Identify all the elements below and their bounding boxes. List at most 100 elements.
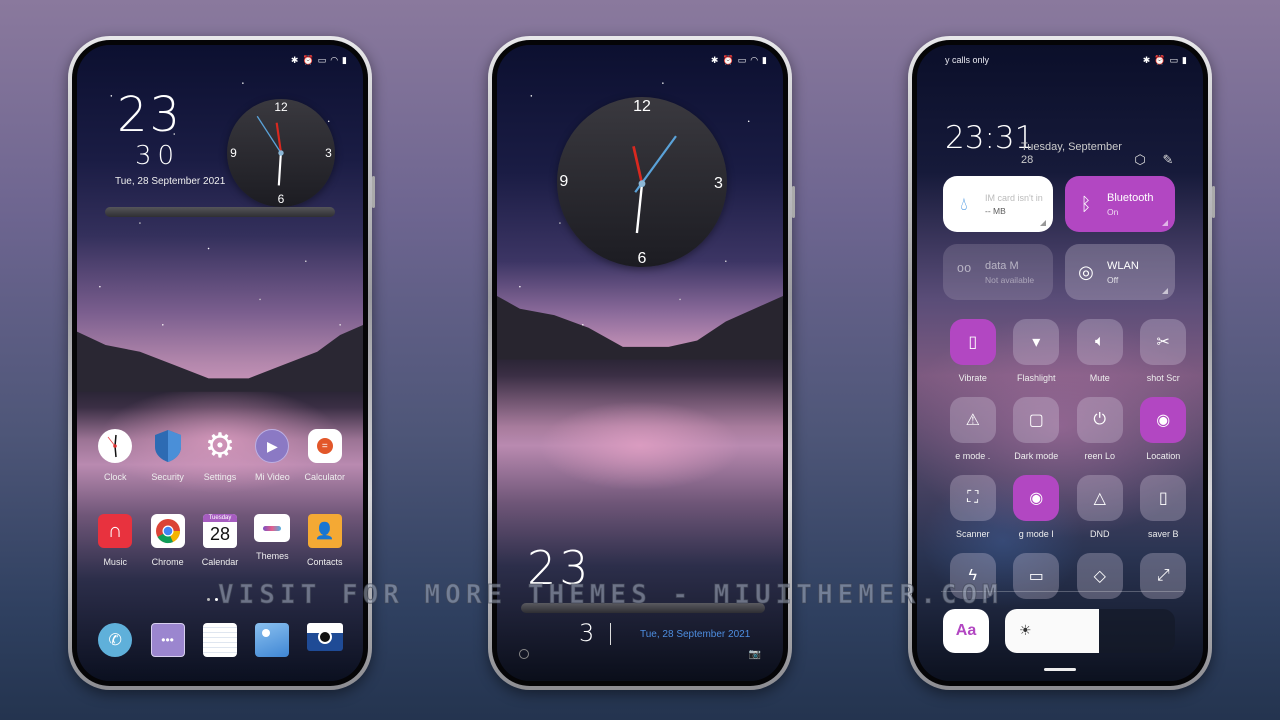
carrier-text: y calls only — [945, 55, 990, 65]
bluetooth-icon: ✱ — [1142, 55, 1151, 65]
font-size-button[interactable]: Aa — [943, 609, 989, 653]
gallery-icon — [255, 623, 290, 657]
quick-toggle-scissors[interactable]: ✂ shot Scr — [1132, 319, 1196, 385]
quick-toggle-label: Flashlight — [1016, 373, 1056, 383]
search-bar[interactable] — [105, 207, 335, 217]
app-music[interactable]: ∩ Music — [89, 514, 141, 567]
digital-clock-minute: 30 — [135, 141, 181, 171]
notes-icon — [202, 623, 237, 657]
vibrate-icon: ▯ — [949, 319, 996, 365]
tile-title: Bluetooth — [1107, 191, 1154, 204]
quick-toggle-dnd[interactable]: △ DND — [1068, 475, 1132, 541]
quick-toggle-label: Scanner — [955, 529, 990, 539]
quick-toggle-label: Location — [1146, 451, 1181, 461]
tile-wlan[interactable]: ◎ WLAN Off — [1065, 244, 1175, 300]
quick-toggle-mute[interactable]: 🔈︎ Mute — [1068, 319, 1132, 385]
assistant-shortcut-icon[interactable] — [519, 649, 529, 659]
bluetooth-icon: ✱ — [290, 55, 299, 65]
brightness-slider[interactable]: ☀ — [1005, 609, 1175, 653]
dock-gallery[interactable] — [246, 623, 298, 657]
lock-date: Tue, 28 September 2021 — [640, 629, 751, 640]
status-bar: ✱ ⏰ ▭ ◠ ▮ — [291, 55, 347, 65]
app-label: Themes — [256, 551, 289, 561]
quick-toggle-label: Vibrate — [958, 373, 987, 383]
volume-button — [1212, 186, 1215, 218]
lock-clock-hour: 23 — [527, 541, 592, 595]
analog-clock-widget[interactable]: 12 3 6 9 — [557, 97, 727, 267]
quick-toggle-power[interactable]: ⏻ reen Lo — [1068, 397, 1132, 463]
app-mi-video[interactable]: ▶ Mi Video — [246, 429, 298, 482]
no-sim-icon: ▭ — [1169, 55, 1179, 65]
dock-phone[interactable]: ✆ — [89, 623, 141, 657]
settings-hex-icon[interactable]: ⬡ — [1131, 151, 1149, 169]
clock-second-hand — [635, 183, 644, 234]
tile-subtitle: Off — [1107, 274, 1119, 285]
phone-home-screen: ✱ ⏰ ▭ ◠ ▮ 23 30 Tue, 28 September 2021 1… — [68, 36, 375, 690]
clock-icon — [98, 429, 133, 463]
notification-bar[interactable] — [521, 603, 765, 613]
app-themes[interactable]: Themes — [246, 514, 298, 567]
app-settings[interactable]: ⚙ Settings — [194, 427, 246, 482]
quick-toggle-label: DND — [1090, 529, 1110, 539]
app-label: Clock — [103, 472, 127, 482]
quick-toggle-label: reen Lo — [1084, 451, 1116, 461]
dock-camera[interactable] — [299, 623, 351, 657]
quick-toggle-battery-saver[interactable]: ▯ saver B — [1132, 475, 1196, 541]
page-dot-active[interactable] — [215, 598, 218, 601]
dock-notes[interactable] — [194, 623, 246, 657]
divider — [941, 591, 1183, 592]
app-calendar[interactable]: Tuesday 28 Calendar — [194, 514, 246, 567]
tile-title: WLAN — [1107, 259, 1139, 272]
analog-clock-widget[interactable]: 12 3 6 9 — [227, 99, 335, 207]
location-icon: ◉ — [1140, 397, 1187, 443]
app-contacts[interactable]: 👤 Contacts — [299, 514, 351, 567]
fullscreen-icon: ⤢ — [1140, 553, 1187, 599]
edit-icon[interactable]: ✎ — [1159, 151, 1177, 169]
calendar-icon: Tuesday 28 — [202, 514, 237, 548]
quick-toggle-label: e mode . — [955, 451, 991, 461]
themes-icon — [254, 514, 291, 542]
control-center-date: Tuesday, September 28 — [1021, 141, 1122, 166]
home-indicator[interactable] — [1044, 668, 1076, 671]
page-indicator — [207, 598, 218, 601]
mobile-data-icon: ⁰⁰ — [956, 261, 972, 282]
tile-mobile-data-usage[interactable]: 💧︎ IM card isn't in -- MB — [943, 176, 1053, 232]
quick-toggle-dark-mode[interactable]: ▢ Dark mode — [1005, 397, 1069, 463]
separator — [610, 623, 611, 645]
camera-shortcut-icon[interactable]: 📷 — [749, 649, 761, 660]
quick-toggle-flashlight[interactable]: ▾ Flashlight — [1005, 319, 1069, 385]
calculator-icon: = — [307, 429, 342, 463]
tile-bluetooth[interactable]: ᛒ Bluetooth On — [1065, 176, 1175, 232]
quick-toggle-label: Mute — [1089, 373, 1110, 383]
page-dot[interactable] — [207, 598, 210, 601]
wifi-icon: ◠ — [330, 55, 339, 65]
tile-mobile-data[interactable]: ⁰⁰ data M Not available — [943, 244, 1053, 300]
volume-button — [792, 186, 795, 218]
quick-toggle-eye[interactable]: ◉ g mode I — [1005, 475, 1069, 541]
app-security[interactable]: Security — [141, 429, 193, 482]
contacts-icon: 👤 — [307, 514, 342, 548]
app-label: Settings — [203, 472, 237, 482]
quick-toggle-location[interactable]: ◉ Location — [1132, 397, 1196, 463]
calendar-day: Tuesday — [202, 514, 237, 522]
phone-control-center: y calls only ✱ ⏰ ▭ ▮ 23:31 Tuesday, Sept… — [908, 36, 1215, 690]
status-bar: ✱ ⏰ ▭ ▮ — [1143, 55, 1187, 65]
lock-clock-minute: 3 — [579, 619, 595, 647]
water-drop-icon: 💧︎ — [960, 193, 968, 214]
lightning-icon: ϟ — [949, 553, 996, 599]
dock-messages[interactable]: ••• — [141, 623, 193, 657]
flashlight-icon: ▾ — [1013, 319, 1060, 365]
bluetooth-icon: ᛒ — [1080, 193, 1092, 214]
app-clock[interactable]: Clock — [89, 429, 141, 482]
airplane-icon: ⚠︎ — [949, 397, 996, 443]
quick-toggle-label: Dark mode — [1014, 451, 1059, 461]
volume-button — [372, 176, 375, 208]
app-chrome[interactable]: Chrome — [141, 514, 193, 567]
app-label: Music — [103, 557, 127, 567]
quick-toggle-airplane[interactable]: ⚠︎ e mode . — [941, 397, 1005, 463]
camera-icon — [306, 623, 343, 651]
app-calculator[interactable]: = Calculator — [299, 429, 351, 482]
quick-toggle-scanner[interactable]: ⛶ Scanner — [941, 475, 1005, 541]
quick-toggle-vibrate[interactable]: ▯ Vibrate — [941, 319, 1005, 385]
app-label: Chrome — [151, 557, 184, 567]
